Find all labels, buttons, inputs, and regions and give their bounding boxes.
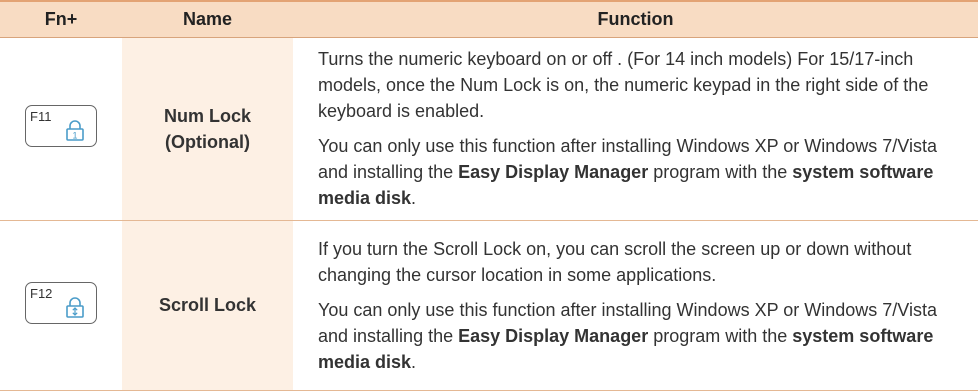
name-line-1: Scroll Lock <box>158 295 257 315</box>
note-bold-program: Easy Display Manager <box>458 162 649 182</box>
note-text: . <box>411 188 417 208</box>
note-bold-program: Easy Display Manager <box>458 325 649 346</box>
function-note: You can only use this function after ins… <box>318 133 958 211</box>
function-cell: If you turn the Scroll Lock on, you can … <box>293 220 978 391</box>
function-cell: Turns the numeric keyboard on or off . (… <box>293 37 978 221</box>
fn-key-table: Fn+ Name Function F11 1 Num Lock (Option… <box>0 0 978 391</box>
note-text: program with the <box>648 162 793 182</box>
name-cell: Scroll Lock <box>122 220 293 391</box>
function-note: You can only use this function after ins… <box>318 297 958 375</box>
num-lock-icon: 1 <box>66 120 84 141</box>
f11-key: F11 1 <box>25 105 97 147</box>
function-description: Turns the numeric keyboard on or off . (… <box>318 49 929 121</box>
key-cell: F12 <box>0 220 122 391</box>
f12-key: F12 <box>25 281 97 324</box>
header-function: Function <box>293 0 978 38</box>
header-name: Name <box>122 0 293 38</box>
note-text: program with the <box>648 325 793 346</box>
note-text: . <box>411 351 417 372</box>
table-row: F12 Scroll Lock If you turn the Scroll L… <box>0 220 978 391</box>
header-fn: Fn+ <box>0 0 122 38</box>
table-row: F11 1 Num Lock (Optional) Turns the nume… <box>0 37 978 221</box>
name-line-1: Num Lock <box>163 105 251 126</box>
key-cell: F11 1 <box>0 37 122 221</box>
scroll-lock-icon <box>66 296 84 318</box>
name-cell: Num Lock (Optional) <box>122 37 293 221</box>
name-line-2: (Optional) <box>165 131 250 152</box>
svg-text:1: 1 <box>72 131 77 141</box>
key-label: F11 <box>30 109 52 124</box>
table-header-row: Fn+ Name Function <box>0 0 978 38</box>
key-label: F12 <box>30 285 53 301</box>
function-description: If you turn the Scroll Lock on, you can … <box>318 238 912 285</box>
